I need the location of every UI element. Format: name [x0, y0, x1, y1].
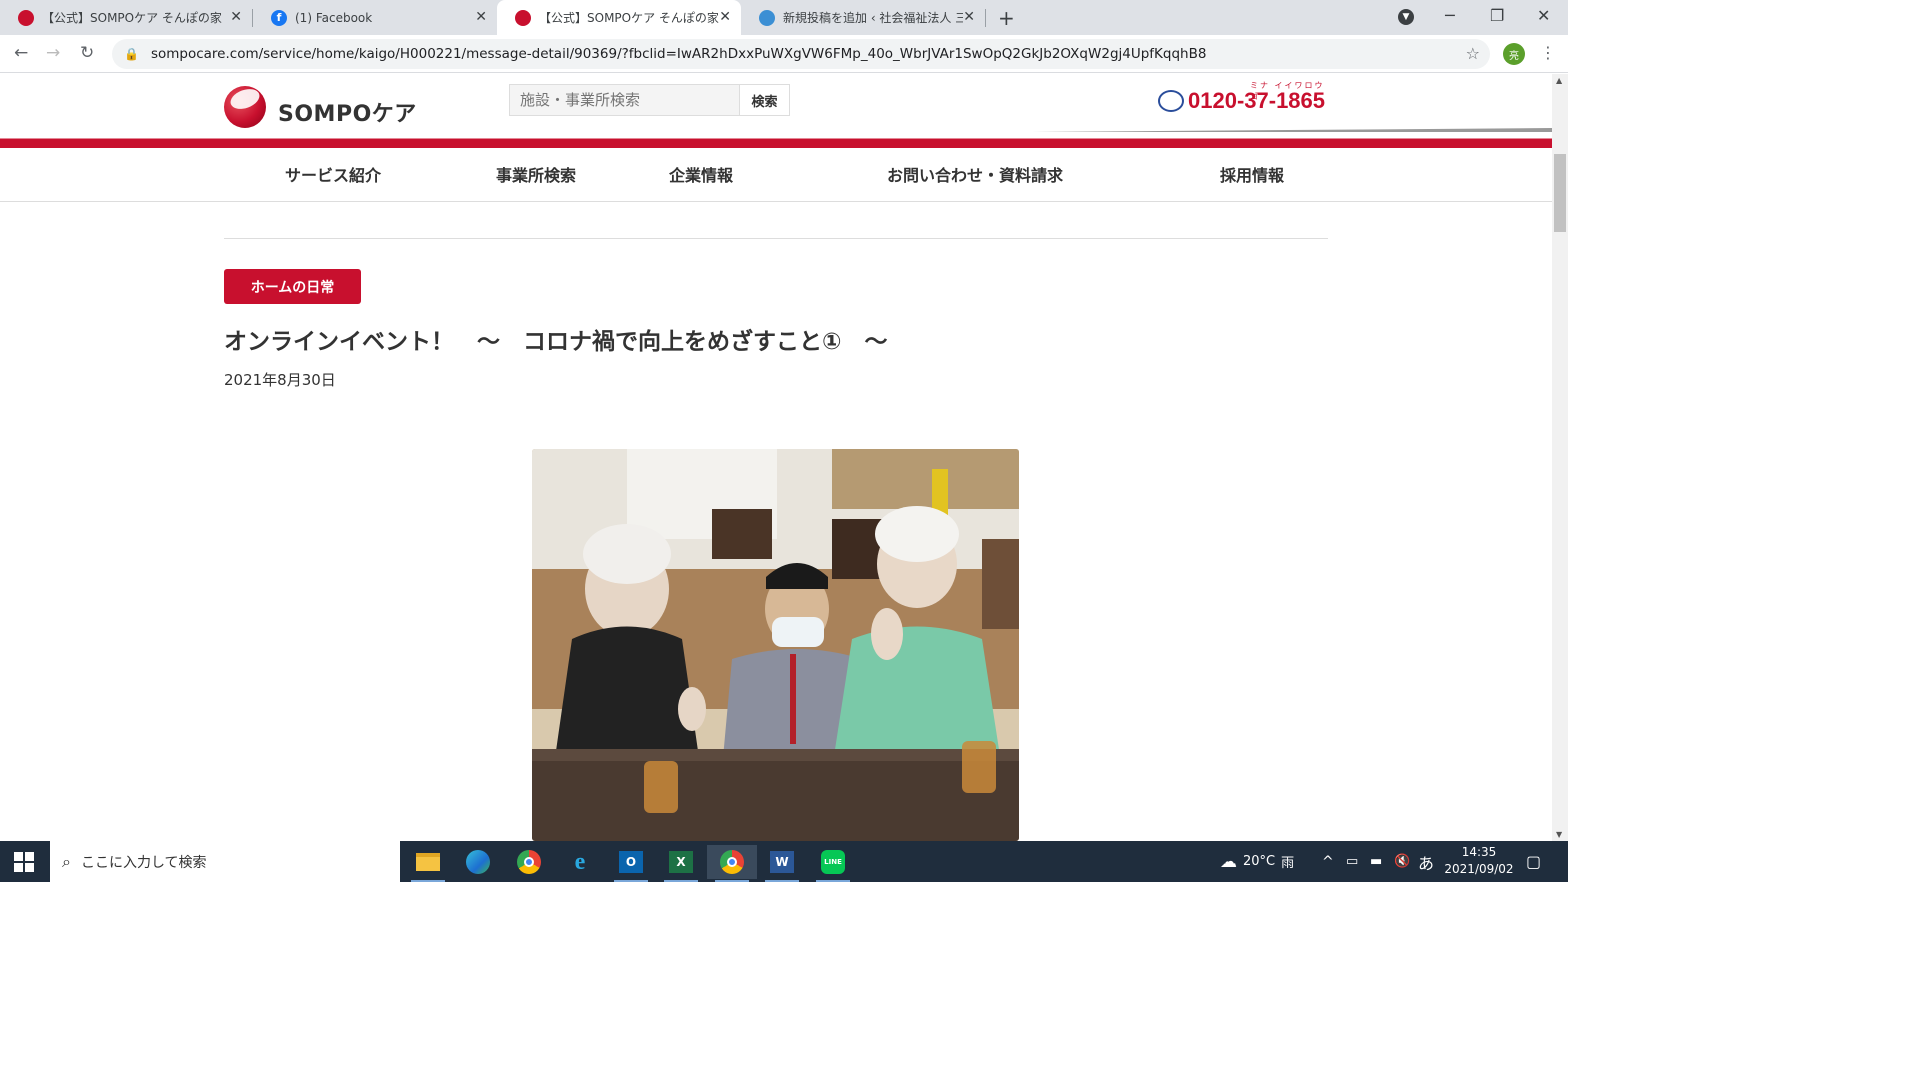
sompo-favicon-icon [515, 9, 531, 26]
category-badge[interactable]: ホームの日常 [224, 269, 361, 304]
global-nav: サービス紹介 事業所検索 企業情報 お問い合わせ・資料請求 採用情報 [0, 148, 1552, 202]
sompo-favicon-icon [18, 9, 34, 26]
facility-search: 検索 [509, 84, 790, 116]
browser-tab-strip: 【公式】SOMPOケア そんぽの家 大 ✕ f (1) Facebook ✕ 【… [0, 0, 1568, 35]
close-tab-icon[interactable]: ✕ [475, 9, 487, 25]
browser-tab-wordpress[interactable]: 新規投稿を追加 ‹ 社会福祉法人 三 ✕ [741, 0, 985, 35]
internet-explorer-icon[interactable]: e [555, 845, 605, 879]
weather-temp: 20°C [1243, 854, 1276, 869]
volume-muted-icon[interactable]: 🔇 [1394, 841, 1410, 882]
article-photo [532, 449, 1019, 841]
profile-avatar[interactable]: 亮 [1503, 43, 1525, 65]
reload-icon[interactable]: ↻ [80, 43, 94, 63]
tab-title: 新規投稿を追加 ‹ 社会福祉法人 三 [783, 11, 963, 25]
minimize-button[interactable]: ─ [1445, 6, 1455, 25]
tab-title: 【公式】SOMPOケア そんぽの家 大 [42, 11, 222, 25]
clock-time: 14:35 [1461, 845, 1497, 859]
network-icon[interactable]: ▭ [1346, 841, 1358, 882]
nav-item-office-search[interactable]: 事業所検索 [496, 162, 576, 186]
phone-contact[interactable]: 0120-37-1865 ミナ イイワロウゴ [1158, 81, 1325, 114]
notification-icon[interactable]: ▢ [1526, 841, 1541, 882]
taskbar-search-placeholder: ここに入力して検索 [80, 854, 207, 871]
facebook-favicon-icon: f [271, 9, 287, 26]
chrome-icon[interactable] [504, 845, 554, 879]
tab-title: 【公式】SOMPOケア そんぽの家 東 [539, 11, 719, 25]
back-arrow-icon[interactable]: ← [14, 43, 28, 63]
rain-cloud-icon: ☁ [1220, 851, 1237, 872]
browser-tab-sompo-active[interactable]: 【公式】SOMPOケア そんぽの家 東 ✕ [497, 0, 741, 35]
nav-item-company[interactable]: 企業情報 [669, 162, 733, 186]
article-date: 2021年8月30日 [224, 371, 336, 389]
browser-tab-sompo-1[interactable]: 【公式】SOMPOケア そんぽの家 大 ✕ [0, 0, 252, 35]
ime-indicator[interactable]: あ [1418, 841, 1434, 882]
chevron-up-icon[interactable]: ^ [1322, 841, 1334, 882]
close-tab-icon[interactable]: ✕ [719, 9, 731, 25]
battery-icon[interactable]: ▬ [1370, 841, 1382, 882]
lock-icon: 🔒 [124, 47, 139, 61]
site-favicon-icon [759, 9, 775, 26]
page-scrollbar[interactable]: ▲ ▼ [1552, 74, 1568, 841]
new-tab-button[interactable]: + [998, 6, 1015, 30]
scroll-up-icon[interactable]: ▲ [1556, 76, 1562, 85]
tab-search-icon[interactable]: ▼ [1398, 9, 1414, 25]
search-button[interactable]: 検索 [739, 85, 789, 115]
bookmark-star-icon[interactable]: ☆ [1466, 44, 1480, 63]
content-divider [224, 238, 1328, 239]
free-dial-icon [1158, 90, 1184, 112]
forward-arrow-icon[interactable]: → [46, 43, 60, 63]
facility-search-input[interactable] [510, 85, 739, 115]
sompo-logo-icon[interactable] [224, 86, 266, 128]
search-icon: ⌕ [62, 851, 71, 871]
file-explorer-icon[interactable] [403, 845, 453, 882]
nav-item-services[interactable]: サービス紹介 [285, 162, 381, 186]
excel-icon[interactable]: X [656, 845, 706, 882]
chrome-profile-icon[interactable] [707, 845, 757, 882]
close-tab-icon[interactable]: ✕ [230, 9, 242, 25]
nav-item-contact[interactable]: お問い合わせ・資料請求 [887, 162, 1063, 186]
phone-ruby: ミナ イイワロウゴ [1250, 81, 1325, 101]
windows-start-icon[interactable] [14, 852, 34, 872]
system-clock[interactable]: 14:35 2021/09/02 [1444, 844, 1514, 878]
edge-icon[interactable] [453, 845, 503, 879]
windows-taskbar: ⌕ ここに入力して検索 e O X W LINE ☁ 20°C 雨 ^ ▭ ▬ … [0, 841, 1568, 882]
article-title: オンラインイベント！ ～ コロナ禍で向上をめざすこと① ～ [224, 329, 888, 355]
line-icon[interactable]: LINE [808, 845, 858, 882]
logo-text[interactable]: SOMPOケア [278, 96, 417, 128]
clock-date: 2021/09/02 [1444, 862, 1514, 876]
scroll-down-icon[interactable]: ▼ [1556, 830, 1562, 839]
taskbar-search[interactable]: ⌕ ここに入力して検索 [50, 841, 400, 882]
weather-widget[interactable]: ☁ 20°C 雨 [1220, 841, 1294, 882]
menu-kebab-icon[interactable]: ⋮ [1540, 43, 1556, 62]
header-divider-red [0, 132, 1552, 148]
close-window-button[interactable]: ✕ [1537, 6, 1550, 25]
word-icon[interactable]: W [757, 845, 807, 882]
browser-tab-facebook[interactable]: f (1) Facebook ✕ [253, 0, 497, 35]
scrollbar-thumb[interactable] [1554, 154, 1566, 232]
browser-toolbar: ← → ↻ 🔒 sompocare.com/service/home/kaigo… [0, 35, 1568, 73]
nav-item-recruit[interactable]: 採用情報 [1220, 162, 1284, 186]
address-bar[interactable]: 🔒 sompocare.com/service/home/kaigo/H0002… [112, 39, 1490, 69]
maximize-button[interactable]: ❐ [1490, 6, 1504, 25]
url-text: sompocare.com/service/home/kaigo/H000221… [150, 46, 1207, 62]
outlook-icon[interactable]: O [606, 845, 656, 882]
close-tab-icon[interactable]: ✕ [963, 9, 975, 25]
tab-title: (1) Facebook [295, 10, 373, 25]
weather-condition: 雨 [1281, 856, 1295, 871]
